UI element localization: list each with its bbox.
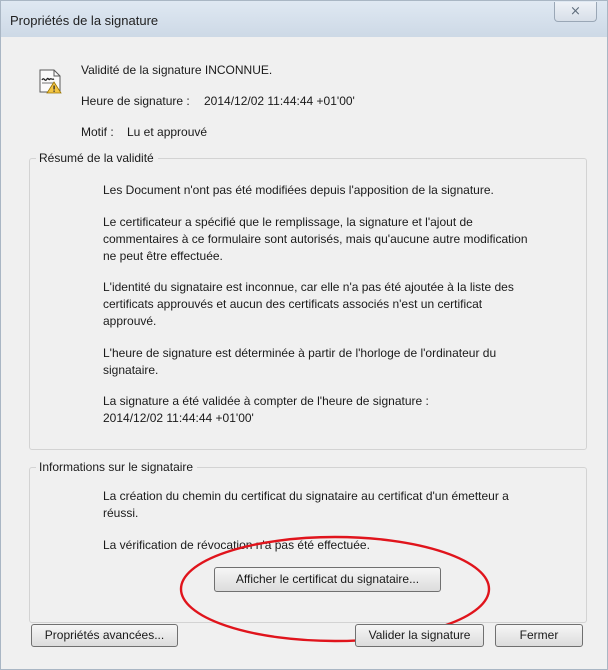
signer-info-group: Informations sur le signataire La créati… <box>29 460 587 623</box>
dialog-body: Validité de la signature INCONNUE. Heure… <box>9 37 599 662</box>
validity-summary-group: Résumé de la validité Les Document n'ont… <box>29 151 587 450</box>
close-button[interactable]: Fermer <box>495 624 583 647</box>
validity-status: Validité de la signature INCONNUE. <box>81 63 273 77</box>
reason-label: Motif : <box>81 125 114 139</box>
signer-paragraph: La vérification de révocation n'a pas ét… <box>103 538 370 552</box>
signature-properties-dialog: Propriétés de la signature ⨯ Validité de… <box>0 0 608 670</box>
validity-paragraph: L'identité du signataire est inconnue, c… <box>103 280 514 328</box>
close-icon[interactable]: ⨯ <box>554 2 597 22</box>
show-signer-certificate-button[interactable]: Afficher le certificat du signataire... <box>214 567 441 592</box>
reason-value: Lu et approuvé <box>127 125 208 139</box>
advanced-properties-button[interactable]: Propriétés avancées... <box>31 624 178 647</box>
signer-paragraph: La création du chemin du certificat du s… <box>103 489 509 520</box>
signing-time-label: Heure de signature : <box>81 94 190 108</box>
signature-warning-icon <box>39 69 62 94</box>
validity-summary-legend: Résumé de la validité <box>36 151 158 165</box>
title-bar: Propriétés de la signature ⨯ <box>1 1 607 37</box>
validate-signature-button[interactable]: Valider la signature <box>355 624 484 647</box>
dialog-title: Propriétés de la signature <box>10 13 159 28</box>
validity-paragraph: La signature a été validée à compter de … <box>103 394 429 425</box>
validity-paragraph: Le certificateur a spécifié que le rempl… <box>103 215 528 263</box>
validity-paragraph: L'heure de signature est déterminée à pa… <box>103 346 497 377</box>
signer-info-legend: Informations sur le signataire <box>36 460 198 474</box>
validity-paragraph: Les Document n'ont pas été modifiées dep… <box>103 183 494 197</box>
signing-time-value: 2014/12/02 11:44:44 +01'00' <box>204 94 355 108</box>
